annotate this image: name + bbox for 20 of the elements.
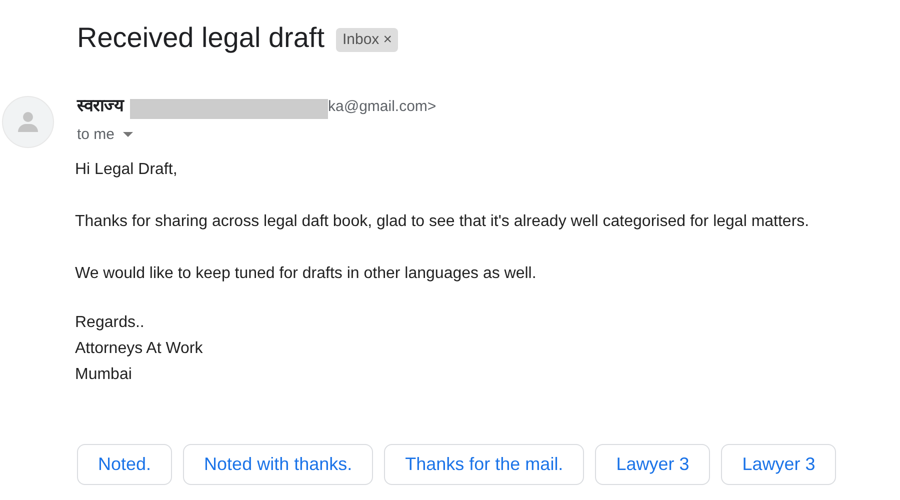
sender-email: ka@gmail.com> (328, 96, 436, 116)
remove-label-button[interactable]: × (383, 28, 392, 52)
smart-reply-button[interactable]: Noted. (77, 444, 172, 485)
body-paragraph: Hi Legal Draft, (75, 160, 178, 180)
signature-line: Attorneys At Work (75, 339, 204, 359)
email-subject: Received legal draft (77, 21, 324, 55)
signature-line: Mumbai (75, 365, 133, 385)
signature-line: Regards.. (75, 313, 146, 333)
smart-reply-button[interactable]: Noted with thanks. (183, 444, 374, 485)
smart-reply-button[interactable]: Lawyer 3 (595, 444, 710, 485)
label-text: Inbox (342, 30, 380, 50)
recipient-text: to me (77, 124, 115, 144)
body-paragraph: We would like to keep tuned for drafts in other languages as well. (75, 264, 538, 284)
smart-reply-button[interactable]: Thanks for the mail. (384, 444, 584, 485)
sender-name: स्वराज्य (77, 95, 124, 118)
inbox-label[interactable]: Inbox × (336, 28, 398, 52)
dropdown-icon[interactable] (122, 132, 133, 138)
body-paragraph: Thanks for sharing across legal daft book, glad to see that it's already well categorised for legal matters. (75, 212, 810, 232)
avatar-icon (2, 96, 54, 148)
smart-reply-button[interactable]: Lawyer 3 (721, 444, 836, 485)
